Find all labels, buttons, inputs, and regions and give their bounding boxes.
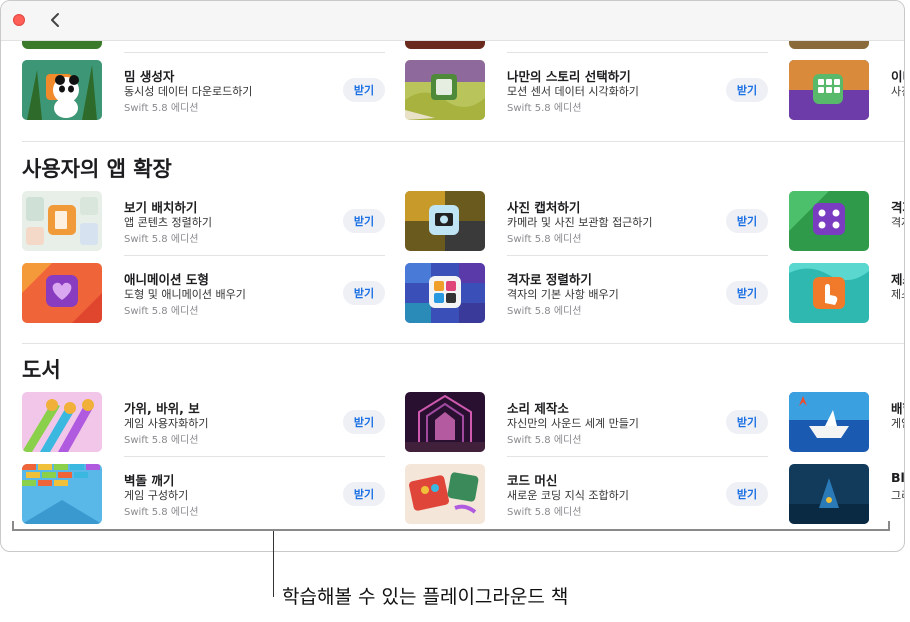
close-button[interactable] [13,14,25,26]
item-edition: Swift 5.8 에디션 [124,435,199,446]
playground-item-partial[interactable]: Bl 그리 [789,464,905,526]
playground-item-animated-shapes[interactable]: 애니메이션 도형 도형 및 애니메이션 배우기 Swift 5.8 에디션 받기 [22,255,392,325]
playground-item-capture-photos[interactable]: 사진 캡처하기 카메라 및 사진 보관함 접근하기 Swift 5.8 에디션 … [405,191,775,253]
playground-item-rock-paper-scissors[interactable]: 가위, 바위, 보 게임 사용자화하기 Swift 5.8 에디션 받기 [22,392,392,454]
item-subtitle: 새로운 코딩 지식 조합하기 [507,489,629,502]
playground-item-sound-studio[interactable]: 소리 제작소 자신만의 사운드 세계 만들기 Swift 5.8 에디션 받기 [405,392,775,454]
item-edition: Swift 5.8 에디션 [507,435,582,446]
section-separator [22,343,904,344]
playground-item-partial[interactable]: 격자 격자 [789,191,904,253]
row-divider [507,255,768,256]
playground-item-code-machine[interactable]: 코드 머신 새로운 코딩 지식 조합하기 Swift 5.8 에디션 받기 [405,456,775,526]
item-subtitle: 앱 콘텐츠 정렬하기 [124,216,212,229]
title-bar [1,1,904,41]
get-button[interactable]: 받기 [343,281,385,305]
sound-studio-thumbnail [405,392,485,452]
row-divider [124,52,385,53]
section-title-extend: 사용자의 앱 확장 [22,157,172,181]
item-subtitle: 게임 구성하기 [124,489,189,502]
item-subtitle: 동시성 데이터 다운로드하기 [124,85,253,98]
item-subtitle: 그리 [891,489,904,502]
callout-leader-line [273,531,274,597]
get-button[interactable]: 받기 [726,209,768,233]
row-divider [507,52,768,53]
item-edition: Swift 5.8 에디션 [507,103,582,114]
capture-photos-thumbnail [405,191,485,251]
prev-row-thumb [405,41,485,49]
prev-row-thumb [22,41,102,49]
code-machine-thumbnail [405,464,485,524]
prev-row-thumb [789,41,869,49]
grid-layout-thumbnail [405,263,485,323]
item-subtitle: 게임 [891,417,904,430]
playground-item-grid-layout[interactable]: 격자로 정렬하기 격자의 기본 사항 배우기 Swift 5.8 에디션 받기 [405,255,775,325]
get-button[interactable]: 받기 [726,482,768,506]
row-divider [124,456,385,457]
content-area[interactable]: 밈 생성자 동시성 데이터 다운로드하기 Swift 5.8 에디션 받기 나만… [1,41,905,551]
partial-thumbnail [789,191,869,251]
item-subtitle: 도형 및 애니메이션 배우기 [124,288,246,301]
callout-label: 학습해볼 수 있는 플레이그라운드 책 [282,586,569,608]
item-subtitle: 게임 사용자화하기 [124,417,209,430]
playground-item-partial[interactable]: 제스 제스 [789,263,904,325]
playground-item-partial[interactable]: 이미 사진 [789,60,904,122]
brick-breaker-thumbnail [22,464,102,524]
item-subtitle: 제스 [891,288,904,301]
playground-item-meme-creator[interactable]: 밈 생성자 동시성 데이터 다운로드하기 Swift 5.8 에디션 받기 [22,52,392,122]
get-button[interactable]: 받기 [343,410,385,434]
row-divider [124,255,385,256]
item-edition: Swift 5.8 에디션 [124,306,199,317]
playground-item-choose-story[interactable]: 나만의 스토리 선택하기 모션 센서 데이터 시각화하기 Swift 5.8 에… [405,52,775,122]
item-subtitle: 자신만의 사운드 세계 만들기 [507,417,639,430]
playgrounds-window: 밈 생성자 동시성 데이터 다운로드하기 Swift 5.8 에디션 받기 나만… [0,0,905,552]
chevron-left-icon [51,13,59,27]
item-edition: Swift 5.8 에디션 [124,507,199,518]
item-edition: Swift 5.8 에디션 [507,306,582,317]
item-title: Bl [891,470,905,485]
rock-paper-scissors-thumbnail [22,392,102,452]
section-title-books: 도서 [22,358,61,382]
get-button[interactable]: 받기 [343,78,385,102]
callout-bracket [12,521,890,531]
animated-shapes-thumbnail [22,263,102,323]
get-button[interactable]: 받기 [726,410,768,434]
get-button[interactable]: 받기 [726,281,768,305]
item-edition: Swift 5.8 에디션 [507,507,582,518]
get-button[interactable]: 받기 [343,482,385,506]
item-subtitle: 사진 [891,85,904,98]
item-edition: Swift 5.8 에디션 [124,234,199,245]
item-subtitle: 격자의 기본 사항 배우기 [507,288,619,301]
partial-thumbnail [789,263,869,323]
meme-creator-thumbnail [22,60,102,120]
playground-item-partial[interactable]: 배합 게임 [789,392,904,454]
get-button[interactable]: 받기 [726,78,768,102]
section-separator [22,141,904,142]
item-edition: Swift 5.8 에디션 [507,234,582,245]
partial-thumbnail [789,60,869,120]
partial-thumbnail [789,392,869,452]
back-button[interactable] [45,9,65,31]
item-subtitle: 모션 센서 데이터 시각화하기 [507,85,639,98]
item-edition: Swift 5.8 에디션 [124,103,199,114]
arrange-views-thumbnail [22,191,102,251]
playground-item-arrange-views[interactable]: 보기 배치하기 앱 콘텐츠 정렬하기 Swift 5.8 에디션 받기 [22,191,392,253]
item-subtitle: 격자 [891,216,904,229]
partial-thumbnail [789,464,869,524]
item-subtitle: 카메라 및 사진 보관함 접근하기 [507,216,653,229]
get-button[interactable]: 받기 [343,209,385,233]
choose-story-thumbnail [405,60,485,120]
row-divider [507,456,768,457]
playground-item-brick-breaker[interactable]: 벽돌 깨기 게임 구성하기 Swift 5.8 에디션 받기 [22,456,392,526]
